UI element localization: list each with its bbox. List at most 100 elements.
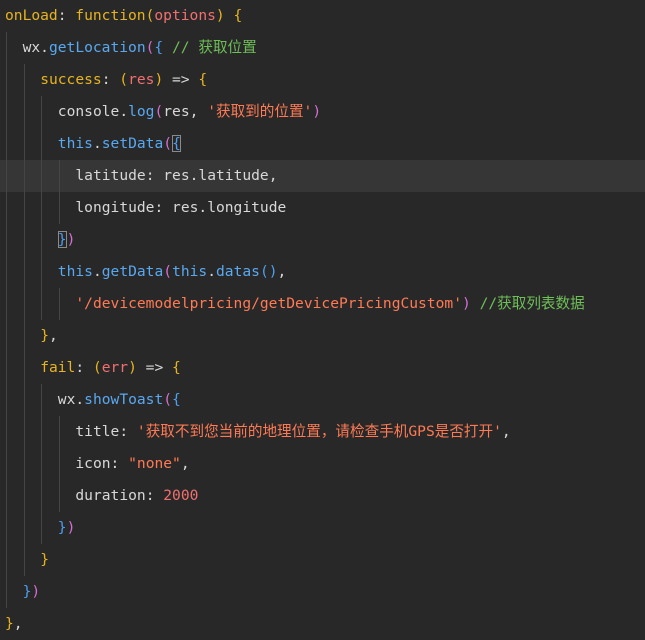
indent-guide — [6, 512, 7, 544]
indent-guide — [23, 544, 25, 576]
indent-guide — [6, 448, 7, 480]
code-line[interactable]: this.setData({ — [0, 128, 645, 160]
code-token: . — [207, 263, 217, 280]
code-token: { — [172, 359, 181, 376]
code-token: : — [154, 199, 173, 216]
code-text: '/devicemodelpricing/getDevicePricingCus… — [75, 288, 584, 320]
indent-guide — [41, 416, 43, 448]
indent-guide — [6, 320, 7, 352]
indent-guide — [6, 64, 7, 96]
code-text: } — [40, 544, 49, 576]
code-line[interactable]: onLoad: function(options) { — [0, 0, 645, 32]
code-token: ( — [163, 391, 173, 408]
code-line[interactable]: }) — [0, 512, 645, 544]
code-line[interactable]: }) — [0, 224, 645, 256]
code-editor[interactable]: onLoad: function(options) {wx.getLocatio… — [0, 0, 645, 635]
code-token: , — [13, 615, 23, 632]
code-token: . — [40, 39, 49, 56]
code-line[interactable]: this.getData(this.datas(), — [0, 256, 645, 288]
code-line[interactable]: '/devicemodelpricing/getDevicePricingCus… — [0, 288, 645, 320]
indent-guide — [23, 416, 25, 448]
code-token: '获取到的位置' — [207, 103, 313, 120]
indent-guide — [58, 192, 60, 224]
code-text: longitude: res.longitude — [75, 192, 286, 224]
indent-guide — [6, 384, 7, 416]
code-token: => — [163, 71, 199, 88]
code-token: fail — [40, 359, 76, 376]
indent-guide — [41, 512, 43, 544]
code-token: : — [101, 71, 120, 88]
code-token: longitude — [75, 199, 155, 216]
code-token: ) — [128, 359, 137, 376]
indent-guide — [23, 512, 25, 544]
code-token: } — [57, 231, 67, 248]
code-text: }) — [57, 224, 76, 256]
code-line[interactable]: wx.showToast({ — [0, 384, 645, 416]
code-line[interactable]: }) — [0, 576, 645, 608]
code-text: success: (res) => { — [40, 64, 207, 96]
code-text: wx.getLocation({ // 获取位置 — [23, 32, 257, 64]
code-token: this — [172, 263, 208, 280]
indent-guide — [23, 288, 25, 320]
code-token: latitude — [75, 167, 146, 184]
indent-guide — [41, 96, 43, 128]
code-text: duration: 2000 — [75, 480, 198, 512]
code-token: ) — [154, 71, 164, 88]
indent-guide — [23, 96, 25, 128]
code-token: log — [128, 103, 155, 120]
indent-guide — [6, 32, 7, 64]
code-token: () — [259, 263, 278, 280]
code-line[interactable]: }, — [0, 320, 645, 352]
code-line[interactable]: latitude: res.latitude, — [0, 160, 645, 192]
indent-guide — [6, 256, 7, 288]
code-line[interactable]: wx.getLocation({ // 获取位置 — [0, 32, 645, 64]
indent-guide — [23, 160, 25, 192]
code-token: // 获取位置 — [163, 39, 257, 56]
code-token: { — [172, 391, 181, 408]
code-token: wx — [57, 391, 76, 408]
indent-guide — [23, 320, 25, 352]
indent-guide — [6, 224, 7, 256]
indent-guide — [58, 288, 60, 320]
code-line[interactable]: success: (res) => { — [0, 64, 645, 96]
code-token: ( — [163, 263, 173, 280]
code-token: . — [119, 103, 129, 120]
code-token: res — [128, 71, 155, 88]
code-text: }, — [5, 608, 23, 640]
code-line[interactable]: } — [0, 544, 645, 576]
indent-guide — [58, 160, 60, 192]
code-token: err — [101, 359, 129, 376]
code-token: , — [268, 167, 278, 184]
code-token: : — [119, 423, 137, 440]
code-token: : — [57, 7, 76, 24]
indent-guide — [23, 224, 25, 256]
code-text: latitude: res.latitude, — [75, 160, 277, 192]
code-token: ) — [312, 103, 322, 120]
indent-guide — [6, 96, 7, 128]
indent-guide — [23, 64, 25, 96]
code-line[interactable]: title: '获取不到您当前的地理位置，请检查手机GPS是否打开', — [0, 416, 645, 448]
indent-guide — [6, 544, 7, 576]
code-token: ( — [119, 71, 129, 88]
indent-guide — [58, 416, 60, 448]
code-token: getData — [101, 263, 164, 280]
indent-guide — [23, 192, 25, 224]
code-token: ( — [163, 135, 173, 152]
code-token: { — [154, 39, 164, 56]
code-token: ( — [154, 103, 164, 120]
code-line[interactable]: duration: 2000 — [0, 480, 645, 512]
code-text: }) — [23, 576, 41, 608]
code-token: ) — [66, 231, 76, 248]
code-token: . — [92, 263, 102, 280]
code-line[interactable]: icon: "none", — [0, 448, 645, 480]
code-token: '/devicemodelpricing/getDevicePricingCus… — [75, 295, 462, 312]
code-token: { — [224, 7, 243, 24]
code-token: latitude — [198, 167, 269, 184]
code-token: longitude — [207, 199, 287, 216]
code-line[interactable]: }, — [0, 608, 645, 640]
code-text: fail: (err) => { — [40, 352, 181, 384]
code-line[interactable]: longitude: res.longitude — [0, 192, 645, 224]
code-line[interactable]: fail: (err) => { — [0, 352, 645, 384]
code-token: } — [40, 327, 49, 344]
code-line[interactable]: console.log(res, '获取到的位置') — [0, 96, 645, 128]
